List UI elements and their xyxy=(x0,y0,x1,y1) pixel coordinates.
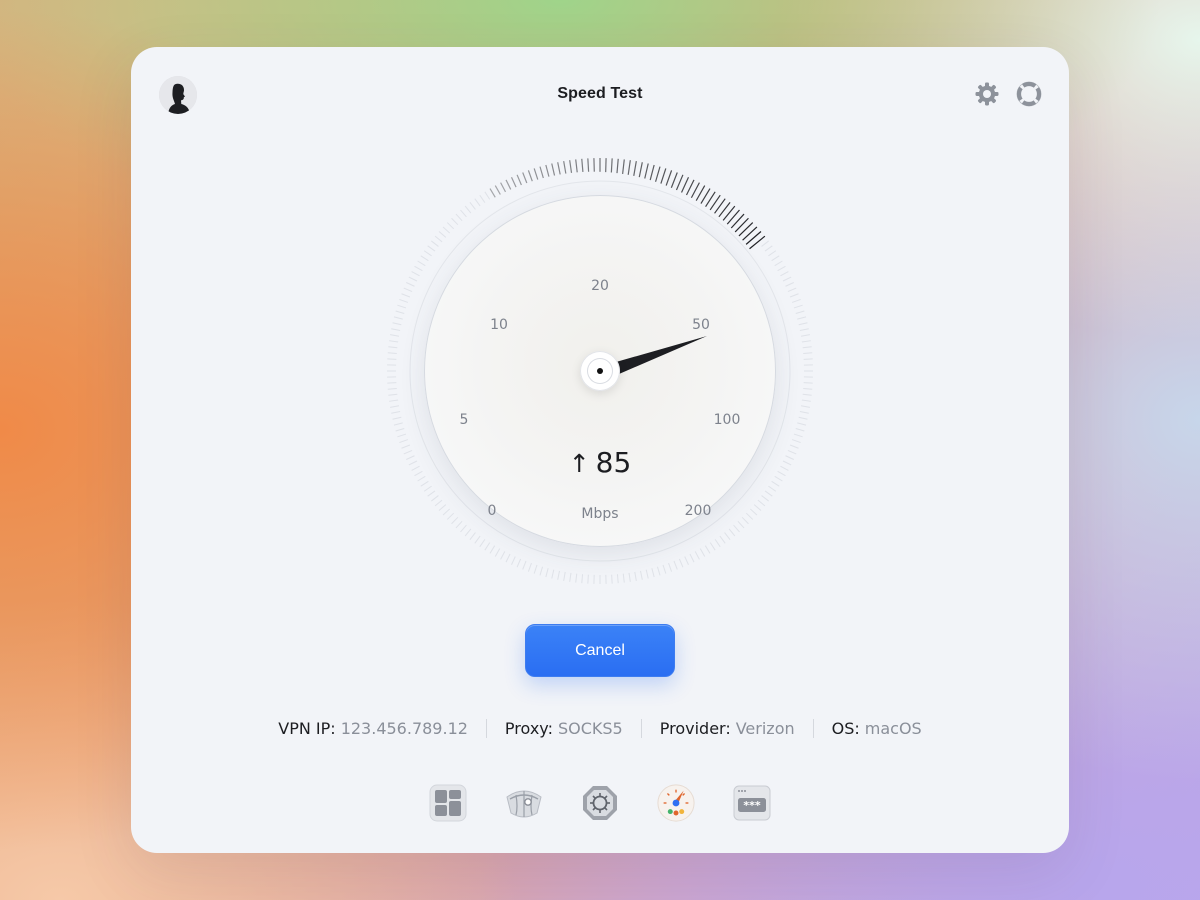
gear-icon[interactable] xyxy=(973,80,1001,108)
speed-readout: ↑ 85 xyxy=(385,446,815,479)
gauge-hub xyxy=(580,351,620,391)
speedometer-icon[interactable] xyxy=(656,783,696,823)
info-value: macOS xyxy=(864,718,922,738)
bottom-dock: *** xyxy=(131,783,1069,831)
window-title: Speed Test xyxy=(557,85,643,102)
info-provider: Provider: Verizon xyxy=(640,718,813,738)
svg-text:***: *** xyxy=(743,799,761,812)
scale-label-20: 20 xyxy=(591,278,609,294)
info-key: Provider: xyxy=(659,718,731,738)
dashboard-icon[interactable] xyxy=(428,783,468,823)
info-key: OS: xyxy=(831,718,860,738)
speed-gauge: 0 5 10 20 50 100 200 ↑ 85 Mbps xyxy=(385,156,815,586)
cancel-button[interactable]: Cancel xyxy=(525,624,675,677)
scale-label-50: 50 xyxy=(692,317,710,333)
upload-arrow-icon: ↑ xyxy=(568,449,590,478)
info-value: 123.456.789.12 xyxy=(340,718,468,738)
scale-label-100: 100 xyxy=(713,412,741,428)
globe-map-icon[interactable] xyxy=(504,783,544,823)
scale-label-10: 10 xyxy=(490,317,508,333)
virus-shield-icon[interactable] xyxy=(580,783,620,823)
scale-label-5: 5 xyxy=(459,412,469,428)
info-proxy: Proxy: SOCKS5 xyxy=(485,718,641,738)
lifebuoy-icon[interactable] xyxy=(1015,80,1043,108)
speed-unit: Mbps xyxy=(581,506,619,522)
info-value: Verizon xyxy=(735,718,795,738)
info-key: VPN IP: xyxy=(278,718,336,738)
password-icon[interactable]: *** xyxy=(732,783,772,823)
info-value: SOCKS5 xyxy=(557,718,623,738)
connection-info-bar: VPN IP: 123.456.789.12 Proxy: SOCKS5 Pro… xyxy=(131,718,1069,738)
info-os: OS: macOS xyxy=(812,718,940,738)
info-vpn-ip: VPN IP: 123.456.789.12 xyxy=(260,719,486,738)
info-key: Proxy: xyxy=(504,718,553,738)
speed-test-window: Speed Test 0 5 10 20 50 100 200 ↑ 85 Mbp… xyxy=(131,47,1069,853)
speed-value: 85 xyxy=(595,446,632,479)
